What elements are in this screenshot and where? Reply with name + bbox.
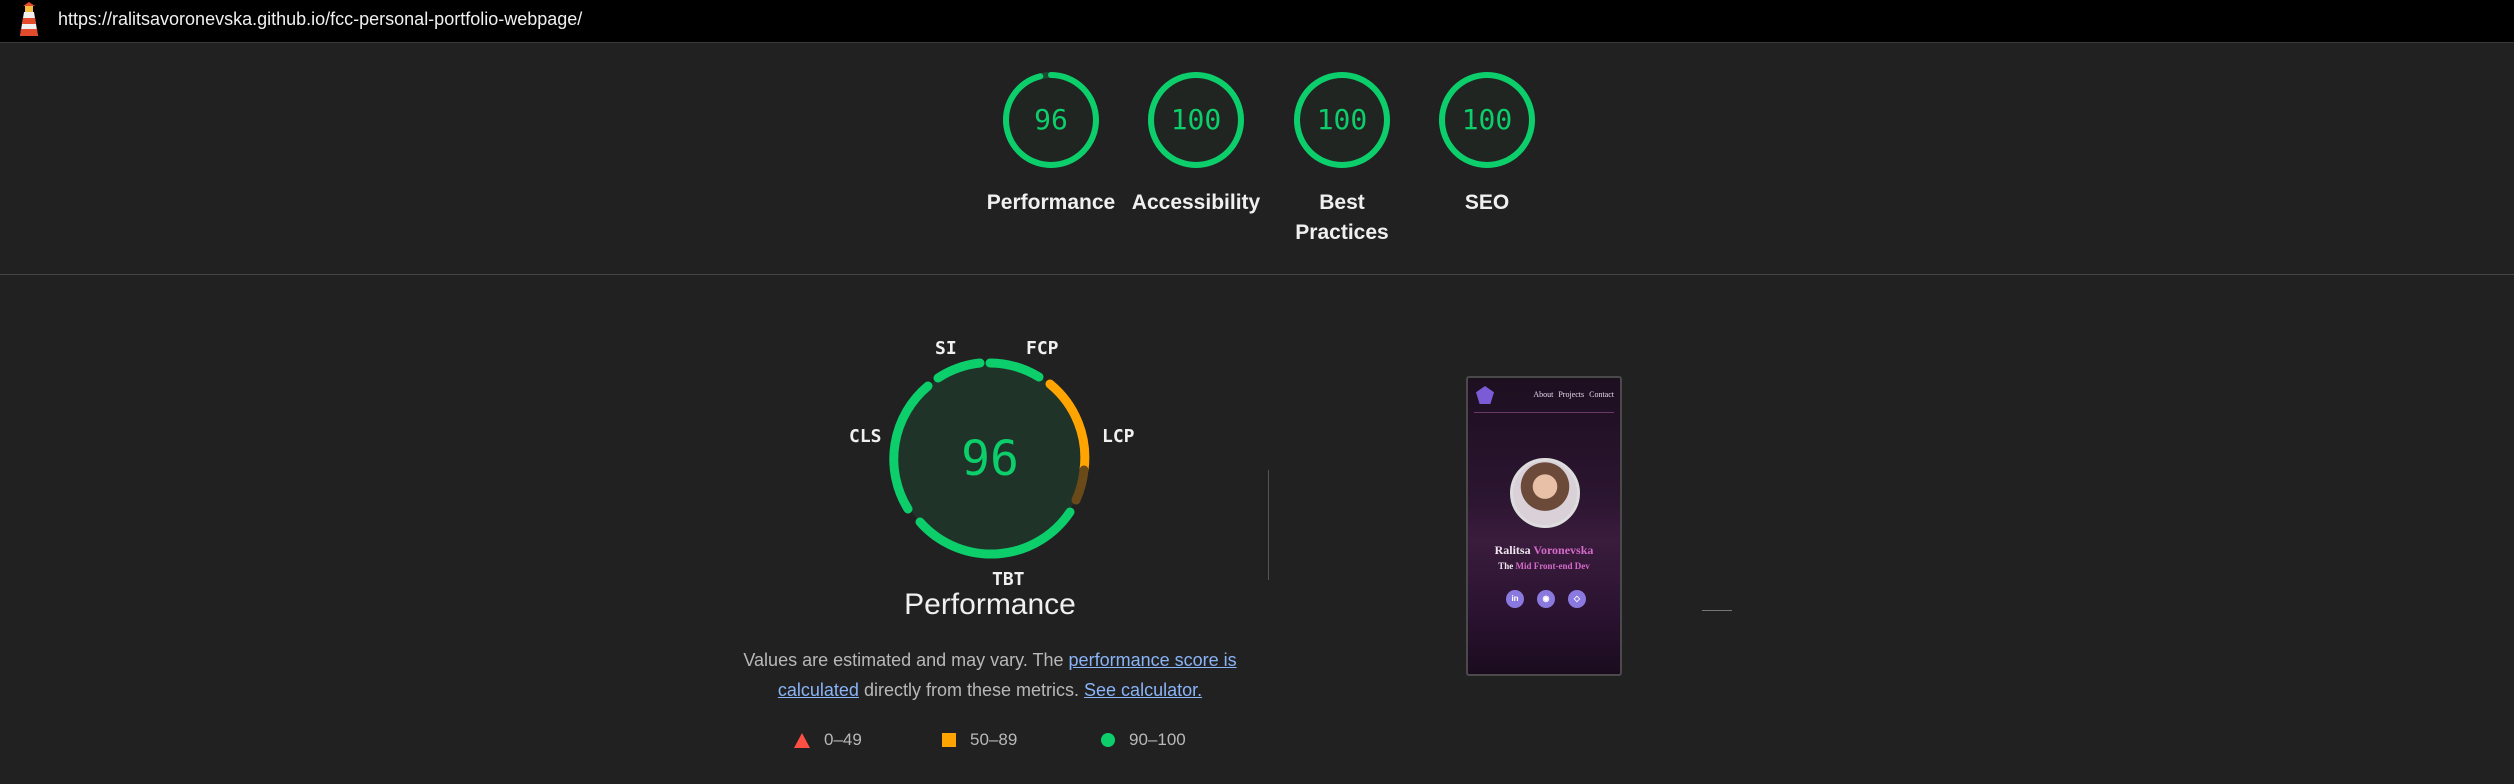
short-rule — [1702, 610, 1732, 611]
category-label: Best Practices — [1295, 191, 1389, 244]
legend-pass: 90–100 — [1101, 730, 1186, 750]
score-ring: 100 — [1294, 72, 1390, 168]
preview-social-links: in ◉ ◇ — [1506, 590, 1586, 608]
lighthouse-icon — [20, 2, 38, 36]
category-label: Performance — [986, 191, 1116, 214]
metric-label-cls: CLS — [849, 426, 882, 447]
score-ring: 96 — [1003, 72, 1099, 168]
score-ring: 100 — [1439, 72, 1535, 168]
legend-average: 50–89 — [942, 730, 1017, 750]
score-value: 100 — [1317, 103, 1368, 136]
performance-description: Values are estimated and may vary. The p… — [740, 645, 1240, 705]
fail-triangle-icon — [794, 732, 810, 748]
gauge-accessibility[interactable]: 100 Accessibility — [1131, 70, 1261, 218]
average-square-icon — [942, 733, 956, 747]
page-url[interactable]: https://ralitsavoronevska.github.io/fcc-… — [58, 0, 582, 42]
linkedin-icon: in — [1506, 590, 1524, 608]
score-value: 100 — [1171, 103, 1222, 136]
score-ring: 100 — [1148, 72, 1244, 168]
description-prefix: Values are estimated and may vary. The — [743, 650, 1069, 670]
preview-role: The Mid Front-end Dev — [1498, 561, 1590, 571]
metric-label-lcp: LCP — [1102, 426, 1135, 447]
performance-title: Performance — [904, 588, 1076, 621]
site-logo-icon — [1476, 386, 1494, 404]
preview-nav: About Projects Contact — [1533, 390, 1614, 399]
url-bar: https://ralitsavoronevska.github.io/fcc-… — [0, 0, 2514, 43]
metric-label-si: SI — [935, 338, 957, 359]
category-label: Accessibility — [1131, 191, 1261, 214]
performance-score: 96 — [961, 431, 1019, 487]
pass-circle-icon — [1101, 733, 1115, 747]
section-divider — [0, 274, 2514, 275]
metric-label-fcp: FCP — [1026, 338, 1059, 359]
legend-fail: 0–49 — [794, 730, 862, 750]
gauge-best-practices[interactable]: 100 Best Practices — [1277, 70, 1407, 248]
vertical-separator — [1268, 470, 1269, 580]
final-screenshot-thumbnail[interactable]: About Projects Contact Ralitsa Voronevska … — [1466, 376, 1622, 676]
score-value: 100 — [1462, 103, 1513, 136]
gauge-performance[interactable]: 96 Performance — [986, 70, 1116, 218]
performance-metric-gauge: 96 — [889, 358, 1090, 559]
preview-nav-divider — [1474, 412, 1614, 413]
metric-label-tbt: TBT — [992, 569, 1025, 590]
gauge-seo[interactable]: 100 SEO — [1422, 70, 1552, 218]
score-value: 96 — [1034, 103, 1068, 136]
github-icon: ◉ — [1537, 590, 1555, 608]
avatar — [1510, 458, 1580, 528]
category-gauges: 96 Performance 100 Accessibility 100 Bes… — [0, 42, 2514, 274]
description-suffix: directly from these metrics. — [858, 680, 1080, 700]
see-calculator-link[interactable]: See calculator. — [1084, 680, 1202, 700]
codepen-icon: ◇ — [1568, 590, 1586, 608]
preview-name: Ralitsa Voronevska — [1494, 543, 1594, 557]
category-label: SEO — [1464, 191, 1510, 214]
